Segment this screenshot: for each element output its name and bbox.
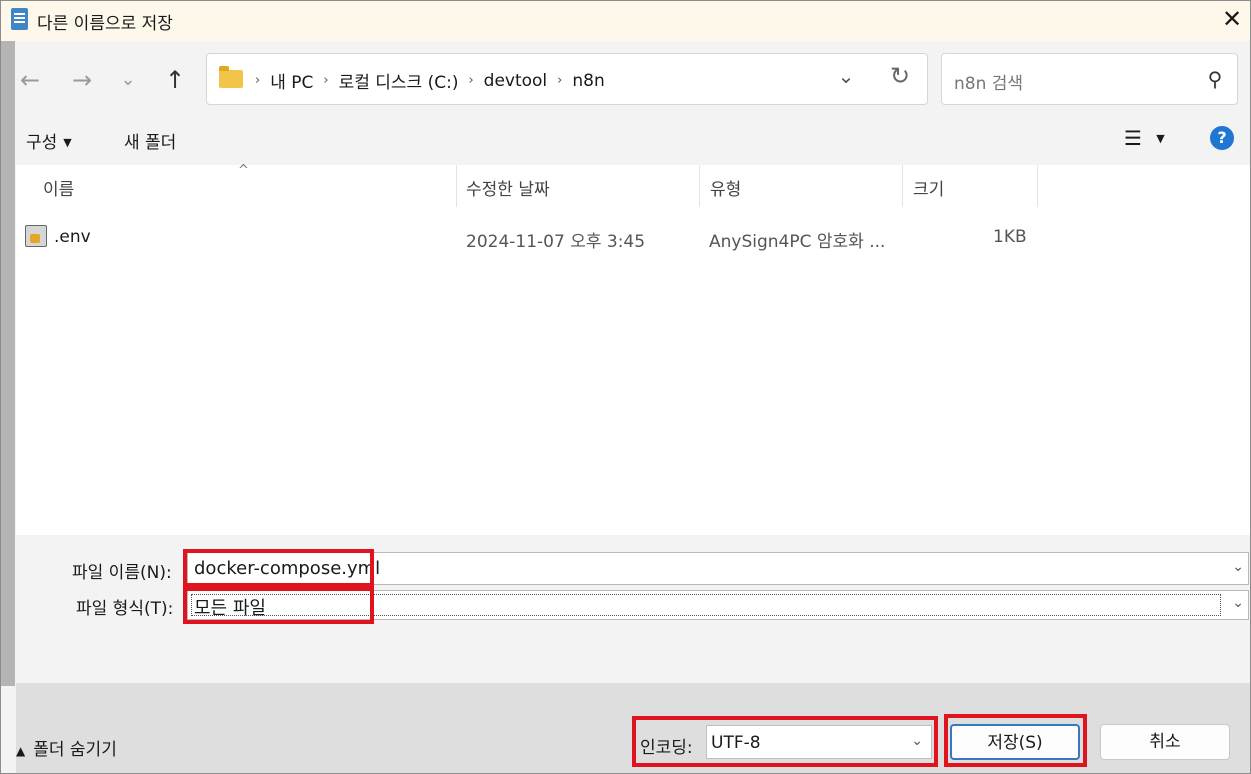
- breadcrumb: › 내 PC › 로컬 디스크 (C:) › devtool › n8n: [255, 68, 605, 94]
- new-folder-button[interactable]: 새 폴더: [124, 128, 176, 153]
- back-arrow-icon[interactable]: ←: [13, 63, 47, 97]
- organize-label: 구성: [26, 133, 58, 153]
- save-as-dialog: 다른 이름으로 저장 ✕ ← → ⌄ ↑ › 내 PC › 로컬 디스크 (C:…: [0, 0, 1251, 774]
- file-type-select[interactable]: 모든 파일 ⌄: [187, 590, 1249, 620]
- column-header-size[interactable]: 크기: [913, 165, 944, 207]
- breadcrumb-n8n[interactable]: n8n: [572, 71, 604, 91]
- window-title: 다른 이름으로 저장: [37, 14, 173, 34]
- notepad-icon: [11, 8, 28, 30]
- up-arrow-icon[interactable]: ↑: [158, 63, 192, 97]
- view-options-button[interactable]: ☰ ▼: [1124, 126, 1174, 152]
- title-bar: 다른 이름으로 저장 ✕: [1, 1, 1250, 41]
- column-header-name[interactable]: 이름: [43, 165, 74, 207]
- file-modified: 2024-11-07 오후 3:45: [466, 232, 646, 252]
- forward-arrow-icon[interactable]: →: [65, 63, 99, 97]
- organize-button[interactable]: 구성 ▼: [26, 128, 72, 153]
- caret-down-icon: ▼: [63, 136, 72, 149]
- file-type: AnySign4PC 암호화 ...: [709, 232, 886, 252]
- column-divider[interactable]: [699, 165, 700, 207]
- file-name-input[interactable]: docker-compose.yml: [194, 558, 380, 579]
- save-form: 파일 이름(N): docker-compose.yml ⌄ 파일 형식(T):…: [16, 535, 1250, 683]
- chevron-down-icon[interactable]: ⌄: [1232, 559, 1244, 575]
- save-button[interactable]: 저장(S): [950, 724, 1080, 760]
- column-header-modified[interactable]: 수정한 날짜: [466, 165, 550, 207]
- breadcrumb-local-disk[interactable]: 로컬 디스크 (C:): [339, 68, 459, 93]
- encoding-select[interactable]: UTF-8 ⌄: [706, 725, 932, 759]
- sort-ascending-icon: ^: [238, 163, 249, 178]
- help-icon[interactable]: ?: [1210, 126, 1234, 150]
- address-bar[interactable]: › 내 PC › 로컬 디스크 (C:) › devtool › n8n ⌄ ↻: [206, 53, 928, 105]
- search-input[interactable]: n8n 검색: [954, 69, 1023, 94]
- command-bar: 구성 ▼ 새 폴더 ☰ ▼ ?: [1, 116, 1250, 165]
- file-type-label: 파일 형식(T):: [76, 599, 174, 619]
- file-name-label: 파일 이름(N):: [72, 563, 172, 583]
- caret-down-icon: ▼: [1156, 132, 1165, 145]
- hide-folders-button[interactable]: ▲ 폴더 숨기기: [16, 735, 117, 760]
- list-view-icon: ☰: [1124, 126, 1142, 150]
- file-list: ^ 이름 수정한 날짜 유형 크기 .env 2024-11-07 오후 3:4…: [16, 163, 1250, 535]
- file-row[interactable]: .env 2024-11-07 오후 3:45 AnySign4PC 암호화 .…: [16, 217, 1250, 257]
- recent-locations-chevron-icon[interactable]: ⌄: [111, 63, 145, 97]
- chevron-down-icon[interactable]: ⌄: [1232, 595, 1244, 611]
- refresh-icon[interactable]: ↻: [885, 62, 915, 94]
- breadcrumb-devtool[interactable]: devtool: [484, 71, 548, 91]
- file-type-value: 모든 파일: [194, 598, 266, 619]
- search-box[interactable]: n8n 검색 ⚲: [941, 53, 1238, 105]
- chevron-right-icon: ›: [557, 73, 563, 88]
- left-edge: [1, 41, 15, 686]
- chevron-right-icon: ›: [323, 73, 329, 88]
- folder-icon: [219, 66, 243, 88]
- hide-folders-label: 폴더 숨기기: [33, 740, 117, 760]
- dialog-footer: ▲ 폴더 숨기기 인코딩: UTF-8 ⌄ 저장(S) 취소: [16, 683, 1250, 773]
- search-icon[interactable]: ⚲: [1204, 67, 1226, 91]
- chevron-right-icon: ›: [255, 73, 261, 88]
- chevron-right-icon: ›: [468, 73, 474, 88]
- column-divider[interactable]: [1037, 165, 1038, 207]
- file-name: .env: [54, 227, 91, 247]
- cancel-button[interactable]: 취소: [1100, 724, 1230, 760]
- file-name-field[interactable]: docker-compose.yml ⌄: [187, 552, 1249, 585]
- column-divider[interactable]: [902, 165, 903, 207]
- chevron-down-icon: ⌄: [911, 733, 923, 749]
- encoding-value: UTF-8: [711, 733, 761, 753]
- file-size: 1KB: [993, 227, 1027, 247]
- focus-outline: [191, 594, 1221, 616]
- encrypted-file-icon: [25, 225, 47, 247]
- caret-up-icon: ▲: [16, 744, 26, 758]
- column-divider[interactable]: [456, 165, 457, 207]
- address-dropdown-chevron-icon[interactable]: ⌄: [832, 64, 860, 94]
- column-header-type[interactable]: 유형: [710, 165, 741, 207]
- encoding-label: 인코딩:: [640, 738, 693, 758]
- breadcrumb-my-pc[interactable]: 내 PC: [270, 68, 313, 93]
- navigation-bar: ← → ⌄ ↑ › 내 PC › 로컬 디스크 (C:) › devtool ›…: [1, 41, 1250, 116]
- close-icon[interactable]: ✕: [1220, 5, 1244, 33]
